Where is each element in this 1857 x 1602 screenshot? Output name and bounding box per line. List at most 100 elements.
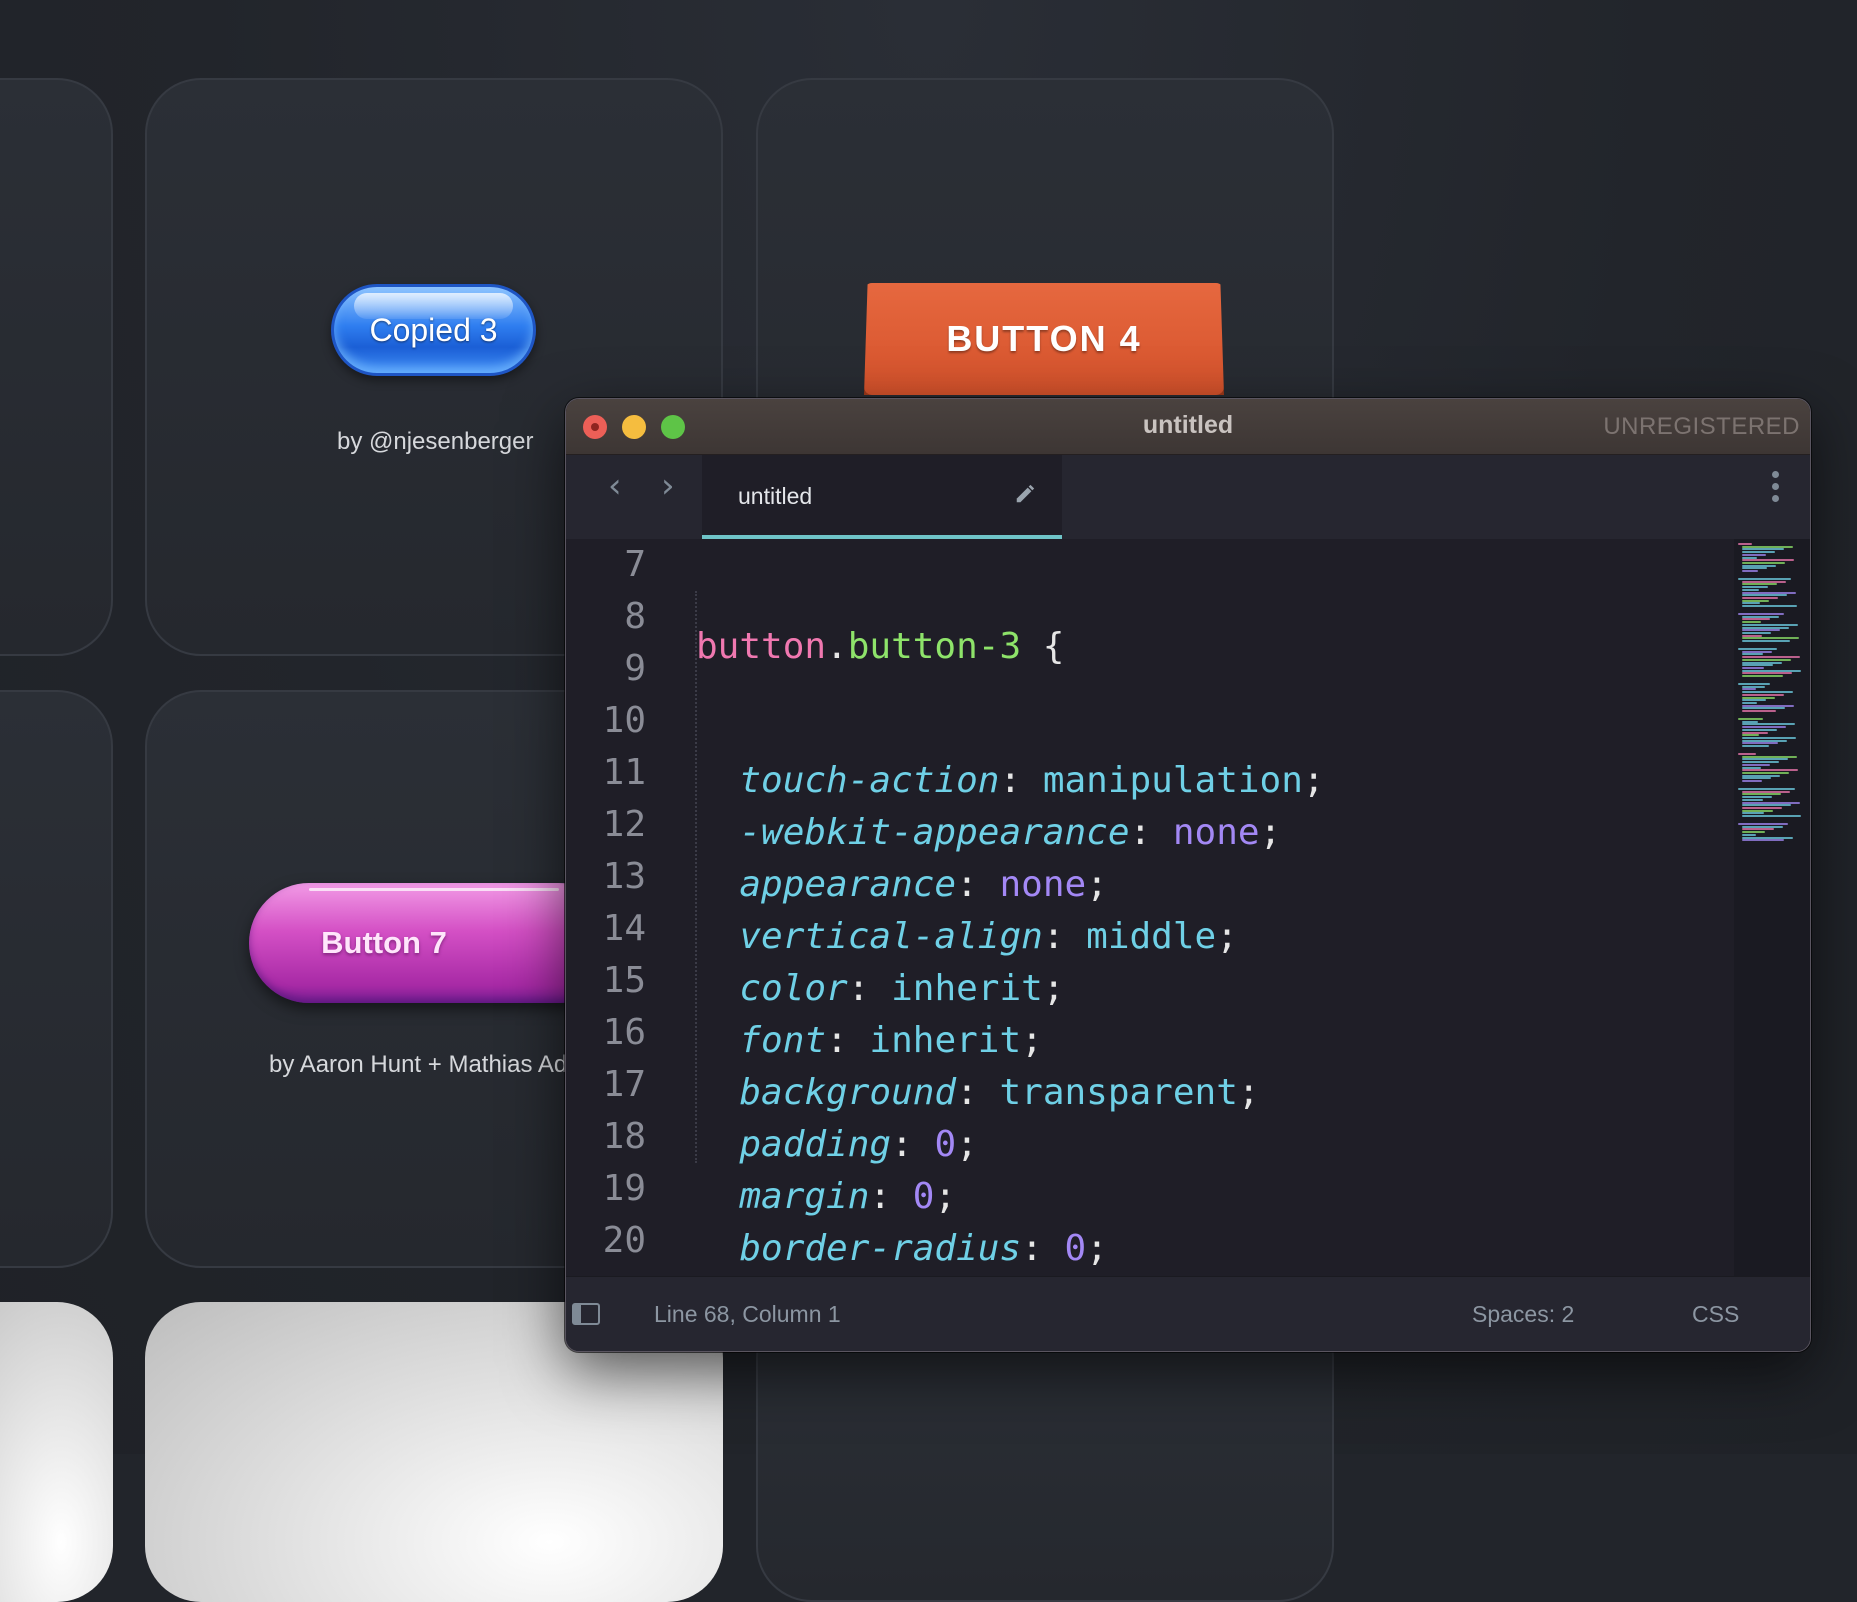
window-titlebar[interactable]: untitled UNREGISTERED (566, 399, 1810, 455)
minimap-line (1742, 815, 1801, 817)
minimap-line (1742, 545, 1793, 548)
minimap-line (1742, 701, 1757, 704)
minimap-line (1738, 613, 1784, 615)
css-property: color (739, 968, 848, 1009)
minimap-line (1742, 761, 1779, 764)
tab-untitled[interactable]: untitled (702, 455, 1062, 539)
minimap-line (1738, 543, 1752, 545)
minimap-line (1742, 661, 1782, 664)
gallery-card-left-top (0, 78, 113, 656)
minimap-line (1742, 774, 1780, 777)
line-number: 15 (602, 960, 646, 1001)
button-7-label: Button 7 (321, 925, 447, 960)
minimap-line (1742, 583, 1777, 586)
minimap-line (1742, 626, 1789, 629)
button-7[interactable]: Button 7 (249, 883, 619, 1003)
css-property: padding (739, 1124, 892, 1165)
code-line-declaration: font: inherit; (739, 1020, 1043, 1061)
minimap-line (1742, 720, 1758, 723)
css-value: middle (1086, 916, 1217, 957)
css-value: inherit (891, 968, 1043, 1009)
cursor-position[interactable]: Line 68, Column 1 (654, 1301, 841, 1328)
syntax-selector[interactable]: CSS (1692, 1301, 1739, 1328)
minimap-line (1742, 553, 1766, 556)
minimap-line (1742, 745, 1769, 747)
selector-tag: button (696, 626, 827, 667)
minimap-line (1742, 634, 1762, 637)
code-line-declaration: vertical-align: middle; (739, 916, 1238, 957)
minimap-line (1742, 653, 1763, 656)
minimap-line (1742, 675, 1783, 677)
minimap-line (1742, 561, 1785, 564)
chevron-right-icon[interactable]: › (661, 469, 675, 503)
code-editor[interactable]: 7 8 9 10 11 12 13 14 15 16 17 18 19 20 b… (566, 539, 1810, 1351)
minimap-line (1742, 629, 1780, 632)
css-property: touch-action (739, 760, 1000, 801)
tab-bar: ‹ › untitled (566, 455, 1810, 539)
minimap-line (1742, 650, 1772, 653)
minimap-line (1742, 637, 1799, 640)
minimap-line (1742, 693, 1784, 696)
minimap-line (1742, 564, 1776, 567)
minimap-line (1742, 809, 1773, 812)
minimap-line (1742, 828, 1774, 831)
selector-class: button-3 (847, 626, 1022, 667)
minimap-line (1742, 796, 1772, 799)
minimap-line (1742, 710, 1776, 712)
minimap-line (1742, 766, 1761, 769)
minimap-line (1742, 780, 1762, 782)
minimap-line (1742, 618, 1770, 621)
code-line-declaration: -webkit-appearance: none; (739, 812, 1282, 853)
code-line-declaration: border-radius: 0; (739, 1228, 1108, 1269)
open-brace: { (1021, 626, 1065, 667)
minimap-line (1742, 586, 1768, 589)
minimap-line (1742, 726, 1786, 729)
css-property: border-radius (739, 1228, 1022, 1269)
tab-label: untitled (738, 483, 813, 509)
minimap-line (1742, 831, 1765, 834)
css-value: 0 (912, 1176, 935, 1217)
minimap-line (1742, 656, 1800, 659)
minimap-line (1742, 731, 1768, 734)
css-property: font (739, 1020, 827, 1061)
minimap[interactable] (1734, 539, 1810, 1277)
button-3[interactable]: Copied 3 (331, 284, 536, 376)
panel-toggle-icon[interactable] (572, 1303, 600, 1325)
vertical-ellipsis-icon[interactable] (1770, 471, 1780, 511)
minimap-line (1742, 658, 1791, 661)
minimap-line (1742, 833, 1756, 836)
line-number: 10 (602, 700, 646, 741)
button-4[interactable]: BUTTON 4 (864, 283, 1224, 395)
minimap-line (1738, 788, 1795, 790)
minimap-line (1742, 763, 1770, 766)
css-value: 0 (1064, 1228, 1087, 1269)
minimap-line (1738, 683, 1770, 685)
code-line-declaration: background: transparent; (739, 1072, 1260, 1113)
line-number: 7 (624, 544, 646, 585)
css-value: inherit (869, 1020, 1022, 1061)
minimap-line (1742, 551, 1775, 554)
line-number: 13 (602, 856, 646, 897)
minimap-line (1742, 596, 1778, 599)
minimap-line (1742, 728, 1777, 731)
minimap-line (1742, 669, 1801, 672)
minimap-line (1742, 602, 1760, 605)
editor-window: untitled UNREGISTERED ‹ › untitled 7 8 9… (565, 398, 1811, 1352)
gallery-card-left-bottom (0, 1302, 113, 1602)
minimap-line (1742, 621, 1761, 624)
minimap-line (1742, 696, 1775, 699)
minimap-line (1742, 599, 1769, 602)
minimap-line (1742, 664, 1773, 667)
chevron-left-icon[interactable]: ‹ (608, 469, 622, 503)
code-line-declaration: margin: 0; (739, 1176, 957, 1217)
css-value: 0 (934, 1124, 957, 1165)
minimap-line (1742, 623, 1798, 626)
minimap-line (1742, 591, 1796, 594)
minimap-line (1742, 567, 1767, 570)
minimap-line (1742, 699, 1766, 702)
minimap-line (1742, 640, 1790, 642)
indentation-setting[interactable]: Spaces: 2 (1472, 1301, 1574, 1328)
css-property: background (739, 1072, 957, 1113)
line-number: 14 (602, 908, 646, 949)
css-value: manipulation (1042, 760, 1303, 801)
